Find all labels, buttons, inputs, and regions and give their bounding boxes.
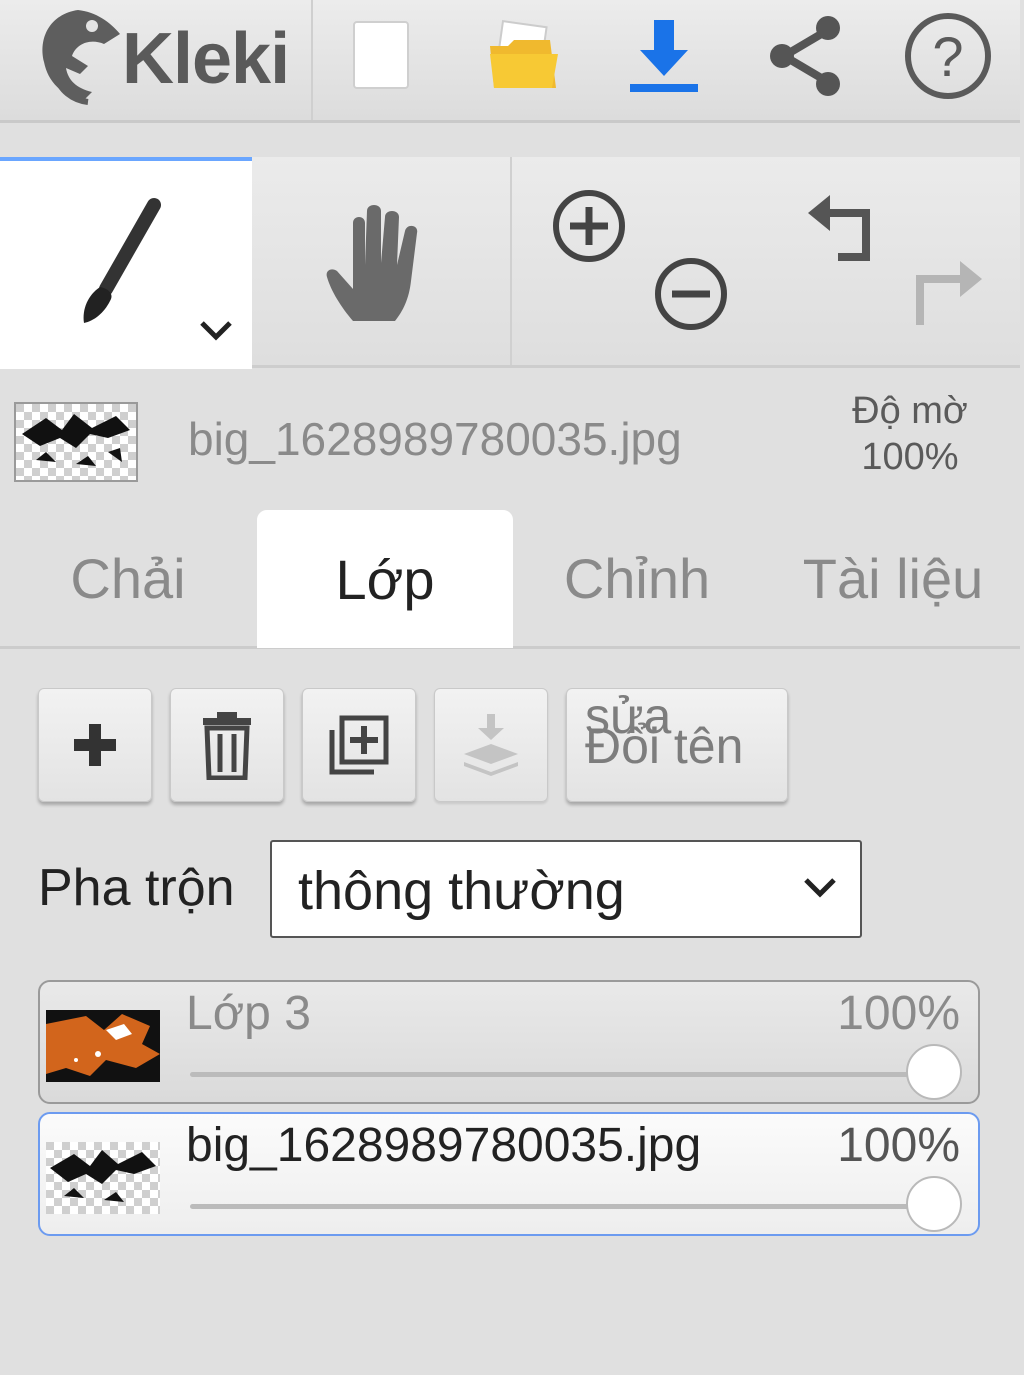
layer-thumbnail-image (46, 1010, 160, 1082)
kleki-logo-icon (42, 10, 120, 105)
panel-tabs: Chải Lớp Chỉnh Tài liệu (0, 510, 1020, 649)
tool-divider (510, 157, 512, 365)
opacity-value: 100% (861, 436, 959, 478)
tab-layers[interactable]: Lớp (257, 510, 513, 648)
zoom-in-icon[interactable] (550, 187, 628, 265)
zoom-out-icon[interactable] (652, 255, 730, 333)
toolbar-divider (311, 0, 313, 120)
layer-opacity-track (190, 1072, 930, 1077)
layer-name: Lớp 3 (186, 987, 311, 1040)
chevron-down-icon[interactable] (196, 317, 236, 343)
blend-mode-label: Pha trộn (38, 859, 235, 917)
blend-mode-value: thông thường (298, 861, 625, 921)
layer-opacity-slider-handle[interactable] (906, 1044, 962, 1100)
chevron-down-icon (804, 878, 836, 898)
layer-item-layer3[interactable]: Lớp 3 100% (38, 980, 980, 1104)
layer-opacity: 100% (837, 987, 960, 1040)
plus-icon (74, 724, 116, 766)
add-layer-button[interactable] (38, 688, 152, 802)
new-file-button[interactable] (332, 4, 432, 108)
open-folder-icon (490, 20, 558, 88)
layer-opacity-slider-handle[interactable] (906, 1176, 962, 1232)
duplicate-layer-button[interactable] (302, 688, 416, 802)
app-name: Kleki (122, 19, 290, 99)
share-icon (770, 16, 840, 96)
tab-brush[interactable]: Chải (0, 510, 256, 646)
tab-edit[interactable]: Chỉnh (510, 510, 764, 646)
layer-opacity-track (190, 1204, 930, 1209)
kleki-logo: Kleki (32, 4, 302, 108)
hand-tool-button[interactable] (255, 157, 510, 365)
layer-thumbnail-image (16, 404, 136, 480)
open-file-button[interactable] (474, 4, 574, 108)
delete-layer-button[interactable] (170, 688, 284, 802)
download-button[interactable] (614, 4, 714, 108)
current-layer-name: big_1628989780035.jpg (188, 413, 682, 465)
rename-label-line2: Đổi tên (585, 718, 744, 774)
current-layer-thumbnail (14, 402, 138, 482)
svg-text:?: ? (932, 25, 963, 88)
layer-item-big-jpg[interactable]: big_1628989780035.jpg 100% (38, 1112, 980, 1236)
help-icon: ? (905, 13, 991, 99)
layer-opacity: 100% (837, 1119, 960, 1172)
trash-icon (203, 712, 251, 780)
download-icon (630, 20, 698, 92)
undo-icon[interactable] (804, 191, 884, 265)
hand-icon (326, 205, 418, 321)
redo-icon[interactable] (906, 255, 986, 329)
brush-tool-button[interactable] (0, 157, 252, 369)
rename-layer-button[interactable]: sửa Đổi tên (566, 688, 788, 802)
layer-name: big_1628989780035.jpg (186, 1119, 702, 1172)
blend-mode-select[interactable]: thông thường (270, 840, 862, 938)
help-button[interactable]: ? (898, 4, 998, 108)
current-layer-opacity: Độ mờ 100% (820, 388, 1000, 480)
new-file-icon (353, 21, 409, 89)
tool-row (0, 157, 1020, 369)
layer-thumbnail-image (46, 1142, 160, 1214)
opacity-label: Độ mờ (852, 390, 968, 432)
merge-down-icon (464, 714, 518, 776)
brush-icon (83, 198, 161, 323)
top-toolbar: Kleki ? (0, 0, 1020, 123)
share-button[interactable] (756, 4, 856, 108)
duplicate-icon (329, 715, 389, 775)
merge-down-button[interactable] (434, 688, 548, 802)
tab-file[interactable]: Tài liệu (766, 510, 1020, 646)
